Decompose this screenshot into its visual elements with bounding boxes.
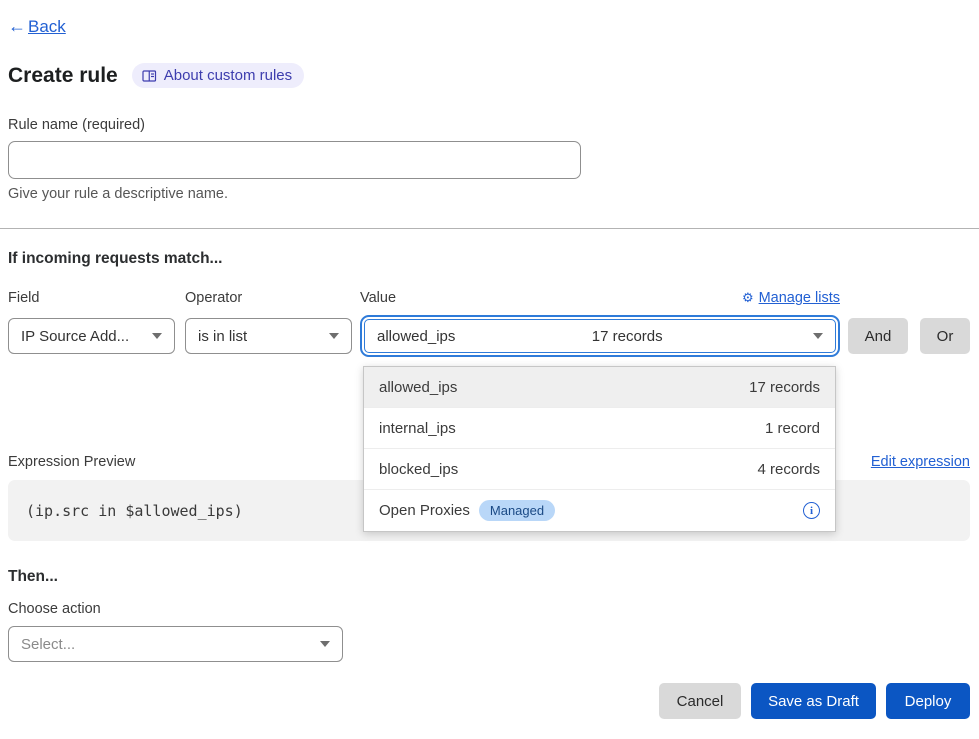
expression-preview-label: Expression Preview (8, 454, 135, 470)
dropdown-item-allowed-ips[interactable]: allowed_ips 17 records (364, 367, 835, 408)
value-select-name: allowed_ips (377, 328, 455, 345)
footer-actions: Cancel Save as Draft Deploy (8, 683, 970, 719)
page-title: Create rule (8, 64, 118, 88)
choose-action-label: Choose action (8, 601, 970, 617)
action-select-placeholder: Select... (21, 636, 75, 653)
list-dropdown-panel: allowed_ips 17 records internal_ips 1 re… (363, 366, 836, 532)
chevron-down-icon (320, 641, 330, 647)
or-button[interactable]: Or (920, 318, 970, 354)
list-item-name: blocked_ips (379, 461, 458, 478)
value-select[interactable]: allowed_ips 17 records (364, 319, 836, 353)
save-as-draft-button[interactable]: Save as Draft (751, 683, 876, 719)
operator-select[interactable]: is in list (185, 318, 352, 354)
deploy-button[interactable]: Deploy (886, 683, 970, 719)
chevron-down-icon (152, 333, 162, 339)
section-divider (0, 228, 979, 229)
about-badge-label: About custom rules (164, 67, 292, 84)
rule-name-helper: Give your rule a descriptive name. (8, 186, 970, 202)
list-item-records: 4 records (757, 461, 820, 478)
book-icon (142, 69, 157, 83)
rule-name-label: Rule name (required) (8, 117, 970, 133)
rule-name-input[interactable] (8, 141, 581, 179)
manage-lists-link[interactable]: ⚙ Manage lists (742, 290, 840, 306)
gear-icon: ⚙ (742, 290, 754, 306)
then-section-heading: Then... (8, 568, 970, 586)
create-rule-page: ←Back Create rule About custom rules Rul… (0, 0, 979, 739)
list-item-name: internal_ips (379, 420, 456, 437)
back-arrow-icon: ← (8, 16, 26, 37)
field-label: Field (8, 290, 185, 306)
manage-lists-label: Manage lists (759, 290, 840, 306)
managed-badge: Managed (479, 500, 555, 521)
chevron-down-icon (329, 333, 339, 339)
match-section-heading: If incoming requests match... (8, 250, 970, 268)
list-item-name: Open Proxies (379, 502, 470, 519)
condition-row: IP Source Add... is in list allowed_ips … (8, 315, 970, 357)
list-item-name: allowed_ips (379, 379, 457, 396)
back-link-label: Back (28, 17, 66, 37)
about-custom-rules-link[interactable]: About custom rules (132, 63, 304, 88)
operator-select-value: is in list (198, 328, 247, 345)
info-icon[interactable]: i (803, 502, 820, 519)
field-select[interactable]: IP Source Add... (8, 318, 175, 354)
dropdown-item-internal-ips[interactable]: internal_ips 1 record (364, 408, 835, 449)
field-select-value: IP Source Add... (21, 328, 129, 345)
and-button[interactable]: And (848, 318, 908, 354)
page-header: Create rule About custom rules (8, 63, 970, 88)
cancel-button[interactable]: Cancel (659, 683, 741, 719)
condition-labels-row: Field Operator Value ⚙ Manage lists (8, 290, 970, 306)
value-select-focus-ring: allowed_ips 17 records (360, 315, 840, 357)
action-select[interactable]: Select... (8, 626, 343, 662)
dropdown-item-open-proxies[interactable]: Open Proxies Managed i (364, 490, 835, 531)
expression-code: (ip.src in $allowed_ips) (26, 502, 243, 520)
list-item-records: 1 record (765, 420, 820, 437)
back-link[interactable]: ←Back (8, 16, 66, 37)
list-item-records: 17 records (749, 379, 820, 396)
value-select-records: 17 records (592, 328, 663, 345)
chevron-down-icon (813, 333, 823, 339)
dropdown-item-blocked-ips[interactable]: blocked_ips 4 records (364, 449, 835, 490)
value-label: Value (360, 290, 396, 306)
edit-expression-link[interactable]: Edit expression (871, 454, 970, 470)
operator-label: Operator (185, 290, 360, 306)
